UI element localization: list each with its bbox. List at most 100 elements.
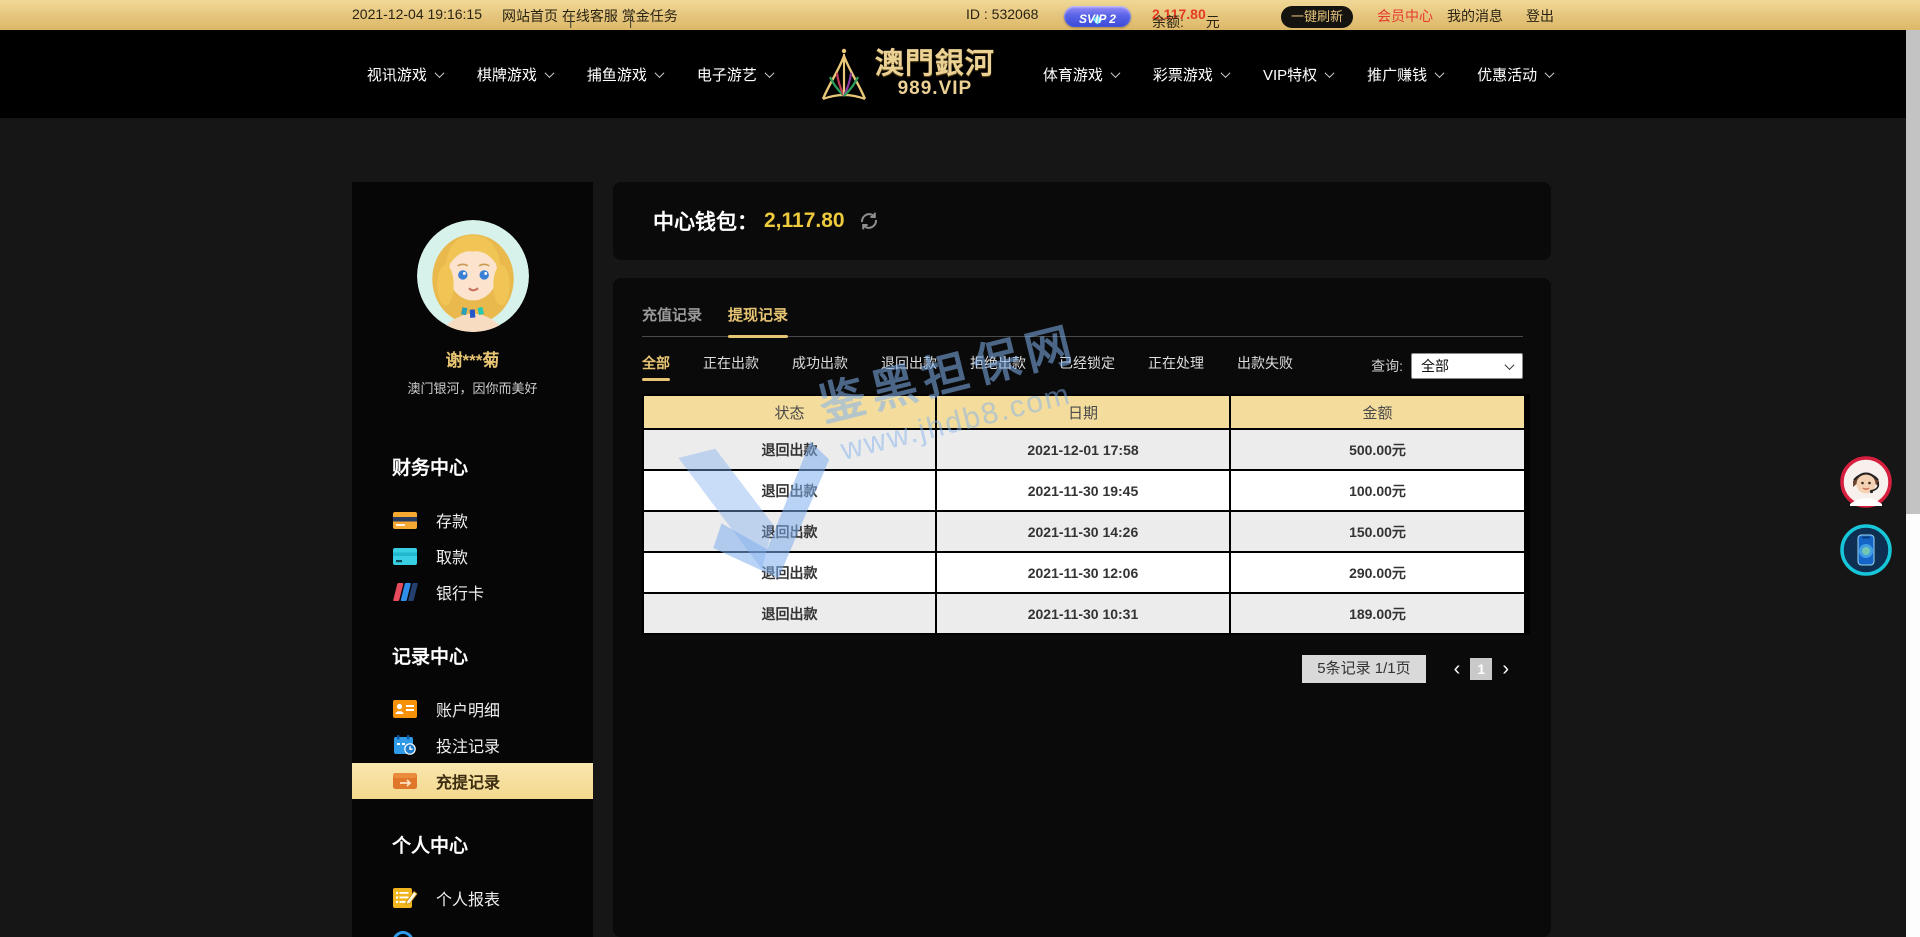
- filter-processing[interactable]: 正在处理: [1148, 353, 1204, 379]
- sidebar-item-label: 个人报表: [436, 886, 500, 910]
- sidebar-item-partial[interactable]: [352, 916, 593, 937]
- filter-paying[interactable]: 正在出款: [703, 353, 759, 379]
- cell-amount: 100.00元: [1231, 471, 1524, 510]
- table-row: 退回出款 2021-12-01 17:58 500.00元: [644, 430, 1524, 469]
- sidebar-item-account-detail[interactable]: 账户明细: [352, 691, 593, 727]
- nav-vip-privileges[interactable]: VIP特权: [1263, 64, 1333, 85]
- sidebar: 谢***菊 澳门银河，因你而美好 财务中心 存款 取款 银行卡: [352, 182, 593, 937]
- col-amount: 金额: [1231, 396, 1524, 428]
- filter-rejected[interactable]: 拒绝出款: [970, 353, 1026, 379]
- chevron-down-icon: [654, 68, 664, 78]
- member-center-link[interactable]: 会员中心: [1377, 6, 1433, 26]
- table-row: 退回出款 2021-11-30 10:31 189.00元: [644, 594, 1524, 633]
- chevron-down-icon: [434, 68, 444, 78]
- query-select[interactable]: 全部: [1411, 353, 1523, 379]
- wallet-refresh-icon[interactable]: [857, 209, 881, 233]
- sidebar-item-personal-report[interactable]: 个人报表: [352, 880, 593, 916]
- records-card: 充值记录 提现记录 全部 正在出款 成功出款 退回出款 拒绝出款 已经锁定 正在…: [613, 278, 1551, 937]
- sidebar-item-deposit-withdraw-record[interactable]: 充提记录: [352, 763, 593, 799]
- cell-amount: 290.00元: [1231, 553, 1524, 592]
- filter-returned[interactable]: 退回出款: [881, 353, 937, 379]
- link-separator: |: [569, 12, 573, 28]
- chevron-down-icon: [1220, 68, 1230, 78]
- nav-sports-games[interactable]: 体育游戏: [1043, 64, 1119, 85]
- cell-date: 2021-11-30 19:45: [937, 471, 1229, 510]
- page-scrollbar-track[interactable]: [1906, 30, 1920, 937]
- withdraw-card-icon: [392, 545, 419, 567]
- balance: 余额: 2,117.80 元: [1152, 6, 1206, 22]
- security-center-icon: [392, 923, 419, 937]
- app-download-float-button[interactable]: [1840, 524, 1892, 576]
- timestamp: 2021-12-04 19:16:15: [352, 6, 482, 22]
- filter-success[interactable]: 成功出款: [792, 353, 848, 379]
- cell-status: 退回出款: [644, 471, 935, 510]
- deposit-card-icon: [392, 509, 419, 531]
- topbar: 2021-12-04 19:16:15 网站首页 | 在线客服 | 赏金任务 I…: [0, 0, 1920, 30]
- chevron-down-icon: [1545, 68, 1555, 78]
- next-page-button[interactable]: ›: [1498, 658, 1513, 680]
- cell-date: 2021-11-30 12:06: [937, 553, 1229, 592]
- user-id: ID : 532068: [966, 6, 1038, 22]
- chevron-down-icon: [1325, 68, 1335, 78]
- cell-amount: 150.00元: [1231, 512, 1524, 551]
- col-status: 状态: [644, 396, 935, 428]
- page: 2021-12-04 19:16:15 网站首页 | 在线客服 | 赏金任务 I…: [0, 0, 1920, 937]
- chevron-down-icon: [1110, 68, 1120, 78]
- quick-links: 网站首页 | 在线客服 | 赏金任务: [502, 6, 678, 26]
- nav-board-games[interactable]: 棋牌游戏: [477, 64, 553, 85]
- sidebar-item-label: 取款: [436, 544, 468, 568]
- status-filters: 全部 正在出款 成功出款 退回出款 拒绝出款 已经锁定 正在处理 出款失败 查询…: [642, 353, 1523, 379]
- logout-link[interactable]: 登出: [1526, 6, 1554, 26]
- wallet-amount: 2,117.80: [764, 209, 845, 233]
- nav-slot-games[interactable]: 电子游艺: [697, 64, 773, 85]
- cell-amount: 189.00元: [1231, 594, 1524, 633]
- query-group: 查询: 全部: [1371, 353, 1523, 379]
- nav-fishing-games[interactable]: 捕鱼游戏: [587, 64, 663, 85]
- username: 谢***菊: [352, 346, 593, 371]
- sidebar-item-bank-card[interactable]: 银行卡: [352, 574, 593, 610]
- bet-record-icon: [392, 734, 419, 756]
- account-detail-icon: [392, 698, 419, 720]
- customer-service-avatar-icon: [1840, 456, 1892, 508]
- sidebar-item-deposit[interactable]: 存款: [352, 502, 593, 538]
- filter-all[interactable]: 全部: [642, 353, 670, 379]
- svip-badge-label: SVIP 2: [1079, 12, 1116, 26]
- link-separator: |: [629, 12, 633, 28]
- sidebar-item-withdraw[interactable]: 取款: [352, 538, 593, 574]
- filter-locked[interactable]: 已经锁定: [1059, 353, 1115, 379]
- filter-failed[interactable]: 出款失败: [1237, 353, 1293, 379]
- tab-deposit-record[interactable]: 充值记录: [642, 304, 702, 336]
- one-key-refresh-button[interactable]: 一键刷新: [1281, 6, 1353, 28]
- pagination: 5条记录 1/1页 ‹ 1 ›: [613, 655, 1551, 683]
- sidebar-item-label: 银行卡: [436, 580, 484, 604]
- link-home[interactable]: 网站首页: [502, 8, 558, 24]
- table-row: 退回出款 2021-11-30 19:45 100.00元: [644, 471, 1524, 510]
- my-messages-link[interactable]: 我的消息: [1447, 6, 1503, 26]
- avatar: [417, 220, 529, 332]
- page-number-button[interactable]: 1: [1470, 658, 1492, 680]
- table-scrollbar[interactable]: [1524, 394, 1530, 635]
- site-logo[interactable]: 澳門銀河 989.VIP: [821, 46, 995, 102]
- bank-cards-icon: [392, 581, 419, 603]
- sidebar-item-bet-record[interactable]: 投注记录: [352, 727, 593, 763]
- nav-promotions[interactable]: 优惠活动: [1477, 64, 1553, 85]
- tab-withdraw-record[interactable]: 提现记录: [728, 304, 788, 336]
- page-scrollbar-thumb[interactable]: [1906, 30, 1920, 514]
- nav-promotion-earn[interactable]: 推广赚钱: [1367, 64, 1443, 85]
- customer-service-float-button[interactable]: [1840, 456, 1892, 508]
- sidebar-item-label: 投注记录: [436, 733, 500, 757]
- record-tabs: 充值记录 提现记录: [642, 304, 1523, 337]
- cell-status: 退回出款: [644, 430, 935, 469]
- cell-amount: 500.00元: [1231, 430, 1524, 469]
- cell-date: 2021-11-30 14:26: [937, 512, 1229, 551]
- cell-date: 2021-11-30 10:31: [937, 594, 1229, 633]
- main-navbar: 视讯游戏 棋牌游戏 捕鱼游戏 电子游艺 澳門銀河: [0, 30, 1920, 118]
- query-label: 查询:: [1371, 356, 1403, 376]
- nav-lottery-games[interactable]: 彩票游戏: [1153, 64, 1229, 85]
- sidebar-item-label: 充提记录: [436, 769, 500, 793]
- withdraw-table: 状态 日期 金额 退回出款 2021-12-01 17:58 500.00元 退…: [642, 394, 1532, 635]
- nav-video-games[interactable]: 视讯游戏: [367, 64, 443, 85]
- cell-status: 退回出款: [644, 553, 935, 592]
- prev-page-button[interactable]: ‹: [1450, 658, 1465, 680]
- col-date: 日期: [937, 396, 1229, 428]
